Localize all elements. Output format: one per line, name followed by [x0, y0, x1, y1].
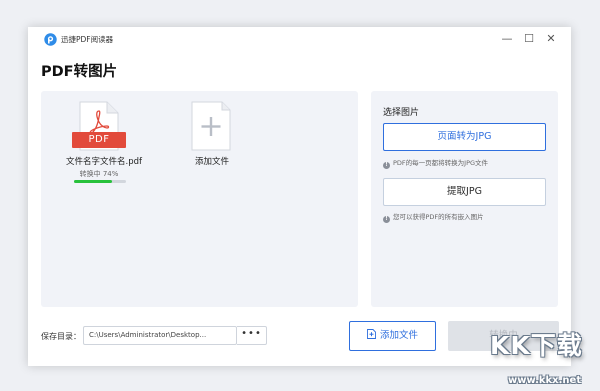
add-file-label: 添加文件: [194, 157, 229, 167]
watermark-text: KK下载: [490, 331, 583, 360]
options-panel: 选择图片 页面转为JPG ! PDF的每一页都将转换为JPG文件 提取JPG ! 您…: [371, 91, 558, 307]
progress-bar: [74, 180, 126, 183]
app-title: 迅捷PDF阅读器: [61, 35, 114, 44]
add-document-icon: [191, 101, 231, 151]
progress-fill: [74, 180, 113, 183]
file-list-panel: PDF 文件名字文件名.pdf 转换中 74% 添加文件: [41, 91, 358, 307]
app-window: 迅捷PDF阅读器 — ☐ ✕ PDF转图片 PDF 文件名字文件名.pdf 转换…: [28, 27, 571, 366]
browse-button[interactable]: •••: [237, 326, 267, 345]
file-status: 转换中 74%: [79, 170, 119, 178]
save-path-input[interactable]: C:\Users\Administrator\Desktop...: [83, 326, 237, 345]
close-icon[interactable]: ✕: [544, 32, 558, 46]
pdf-badge: PDF: [72, 132, 126, 148]
add-file-button[interactable]: 添加文件: [349, 321, 436, 351]
page-to-jpg-button[interactable]: 页面转为JPG: [383, 123, 546, 151]
options-title: 选择图片: [383, 108, 420, 118]
app-logo-icon: [44, 33, 57, 46]
page-to-jpg-hint: ! PDF的每一页都将转换为JPG文件: [383, 157, 488, 169]
watermark: KK下载 www.kkx.net: [468, 326, 600, 391]
minimize-icon[interactable]: —: [500, 32, 514, 46]
add-file-icon: [367, 329, 376, 339]
page-title: PDF转图片: [41, 64, 118, 80]
file-item[interactable]: PDF 文件名字文件名.pdf 转换中 74%: [59, 99, 149, 199]
info-icon: !: [383, 162, 390, 169]
title-bar: 迅捷PDF阅读器 — ☐ ✕: [28, 27, 571, 53]
hint-text: PDF的每一页都将转换为JPG文件: [393, 159, 489, 167]
add-file-button-label: 添加文件: [379, 330, 418, 341]
save-directory-label: 保存目录：: [41, 332, 81, 341]
hint-text: 您可以获得PDF的所有嵌入图片: [393, 213, 484, 221]
file-name: 文件名字文件名.pdf: [66, 157, 142, 167]
extract-jpg-button[interactable]: 提取JPG: [383, 178, 546, 206]
maximize-icon[interactable]: ☐: [522, 32, 536, 46]
add-file-tile[interactable]: 添加文件: [177, 99, 247, 179]
extract-jpg-hint: ! 您可以获得PDF的所有嵌入图片: [383, 211, 484, 223]
watermark-url: www.kkx.net: [508, 375, 582, 386]
info-icon: !: [383, 216, 390, 223]
